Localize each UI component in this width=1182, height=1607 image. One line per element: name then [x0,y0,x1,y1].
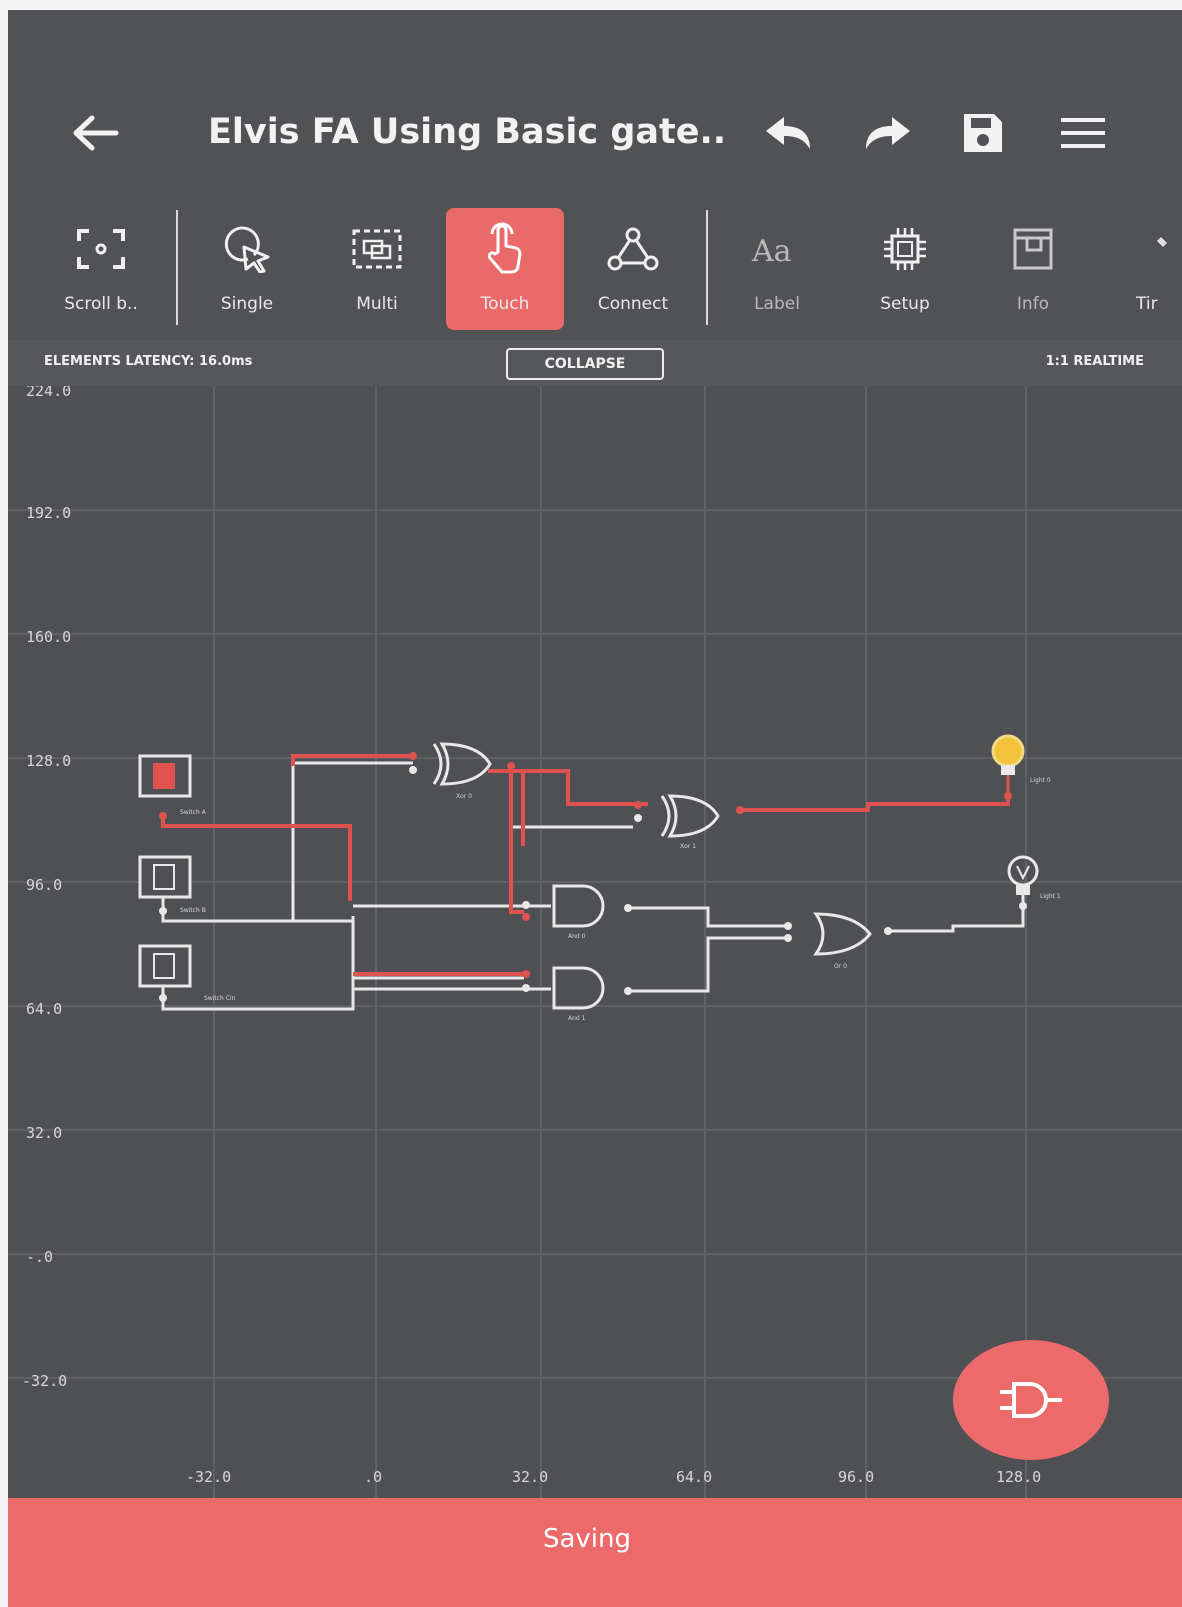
light-label: Light 0 [1030,777,1051,784]
tool-multi[interactable]: Multi [318,208,436,330]
y-tick-label: 224.0 [26,386,71,400]
tool-scroll[interactable]: Scroll b.. [42,208,160,330]
tool-timing[interactable]: Tir [1102,208,1182,330]
x-tick-label: 128.0 [996,1468,1041,1486]
save-button[interactable] [948,98,1018,168]
arrow-left-icon [73,115,119,151]
toolbar-divider [706,210,708,325]
x-tick-label: -32.0 [186,1468,231,1486]
wire [291,761,413,921]
y-tick-label: -.0 [26,1248,53,1266]
tool-label: Setup [880,294,930,314]
app-window: Elvis FA Using Basic gate.. Scroll b.. S… [8,10,1182,1607]
gate-label: Xor 1 [680,843,696,850]
tool-label: Multi [356,294,398,314]
switch-cin[interactable]: Switch Cin [138,944,236,1002]
tool-label: Touch [480,294,530,314]
svg-text:Aa: Aa [751,234,792,269]
wire [628,906,788,928]
tool-label: Scroll b.. [64,294,138,314]
tool-single[interactable]: Single [188,208,306,330]
wire [738,796,1010,812]
tool-connect[interactable]: Connect [574,208,692,330]
switch-a[interactable]: Switch A [138,754,207,816]
xor-gate[interactable]: Xor 1 [660,794,720,850]
gate-label: And 0 [568,933,586,940]
undo-icon [766,117,810,149]
info-box-icon [1013,228,1053,270]
switch-b[interactable]: Switch B [138,855,206,914]
tool-setup[interactable]: Setup [846,208,964,330]
x-tick-label: .0 [364,1468,382,1486]
floppy-disk-icon [964,114,1002,152]
top-app-bar: Elvis FA Using Basic gate.. [8,10,1182,190]
connect-nodes-icon [607,227,659,271]
circuit-canvas[interactable]: 224.0 192.0 160.0 128.0 96.0 64.0 32.0 -… [8,386,1182,1498]
saving-snackbar: Saving [8,1498,1182,1607]
switch-label: Switch B [180,907,206,914]
back-button[interactable] [60,98,130,168]
gate-label: And 1 [568,1015,586,1022]
undo-button[interactable] [753,98,823,168]
hamburger-menu-icon [1061,118,1105,148]
junction-dots [159,752,1027,1002]
and-gate[interactable]: And 1 [552,966,605,1022]
x-axis-labels: -32.0 .0 32.0 64.0 96.0 128.0 [186,1468,1041,1486]
y-tick-label: 160.0 [26,628,71,646]
active-wires [161,754,1010,976]
redo-icon [866,117,910,149]
wire [628,936,788,993]
grid-lines [8,386,1182,1498]
light-label: Light 1 [1040,893,1061,900]
tool-label-text[interactable]: Aa Label [718,208,836,330]
x-tick-label: 32.0 [512,1468,548,1486]
realtime-speed[interactable]: 1:1 REALTIME [1046,354,1144,369]
gate-label: Xor 0 [456,793,472,800]
tool-label: Label [754,294,800,314]
y-tick-label: 128.0 [26,752,71,770]
latency-readout: ELEMENTS LATENCY: 16.0ms [44,354,253,369]
y-tick-label: 96.0 [26,876,62,894]
y-axis-labels: 224.0 192.0 160.0 128.0 96.0 64.0 32.0 -… [22,386,71,1390]
page-title: Elvis FA Using Basic gate.. [208,112,727,152]
light-bulb-on[interactable]: Light 0 [991,734,1051,796]
menu-button[interactable] [1048,98,1118,168]
tool-label: Info [1016,294,1050,314]
y-tick-label: 32.0 [26,1124,62,1142]
y-tick-label: -32.0 [22,1372,67,1390]
gate-label: Or 0 [834,963,847,970]
or-gate[interactable]: Or 0 [813,912,872,970]
tool-label: Single [220,294,274,314]
x-tick-label: 64.0 [676,1468,712,1486]
redo-button[interactable] [853,98,923,168]
y-tick-label: 192.0 [26,504,71,522]
x-tick-label: 96.0 [838,1468,874,1486]
tool-label: Tir [1136,294,1158,314]
plug-add-icon [1000,1382,1062,1418]
add-component-fab[interactable] [953,1340,1109,1460]
toolbar-divider [176,210,178,325]
xor-gate[interactable]: Xor 0 [432,742,492,800]
and-gate[interactable]: And 0 [552,884,605,940]
status-strip: ELEMENTS LATENCY: 16.0ms COLLAPSE 1:1 RE… [8,340,1182,386]
collapse-button[interactable]: COLLAPSE [506,348,664,380]
tool-toolbar: Scroll b.. Single Multi Touch Connect Aa… [8,190,1182,340]
wire [888,906,1025,933]
tool-label: Connect [597,294,669,314]
text-label-icon: Aa [751,234,792,269]
timing-icon [1157,237,1167,247]
tool-touch[interactable]: Touch [446,208,564,330]
single-select-icon [224,226,270,273]
tool-info[interactable]: Info [974,208,1092,330]
chip-setup-icon [884,228,926,270]
scroll-focus-icon [77,229,125,269]
y-tick-label: 64.0 [26,1000,62,1018]
switch-label: Switch A [180,809,207,816]
touch-hand-icon [487,222,522,274]
multi-select-icon [352,229,402,269]
saving-status: Saving [542,1524,632,1554]
switch-label: Switch Cin [204,995,236,1002]
